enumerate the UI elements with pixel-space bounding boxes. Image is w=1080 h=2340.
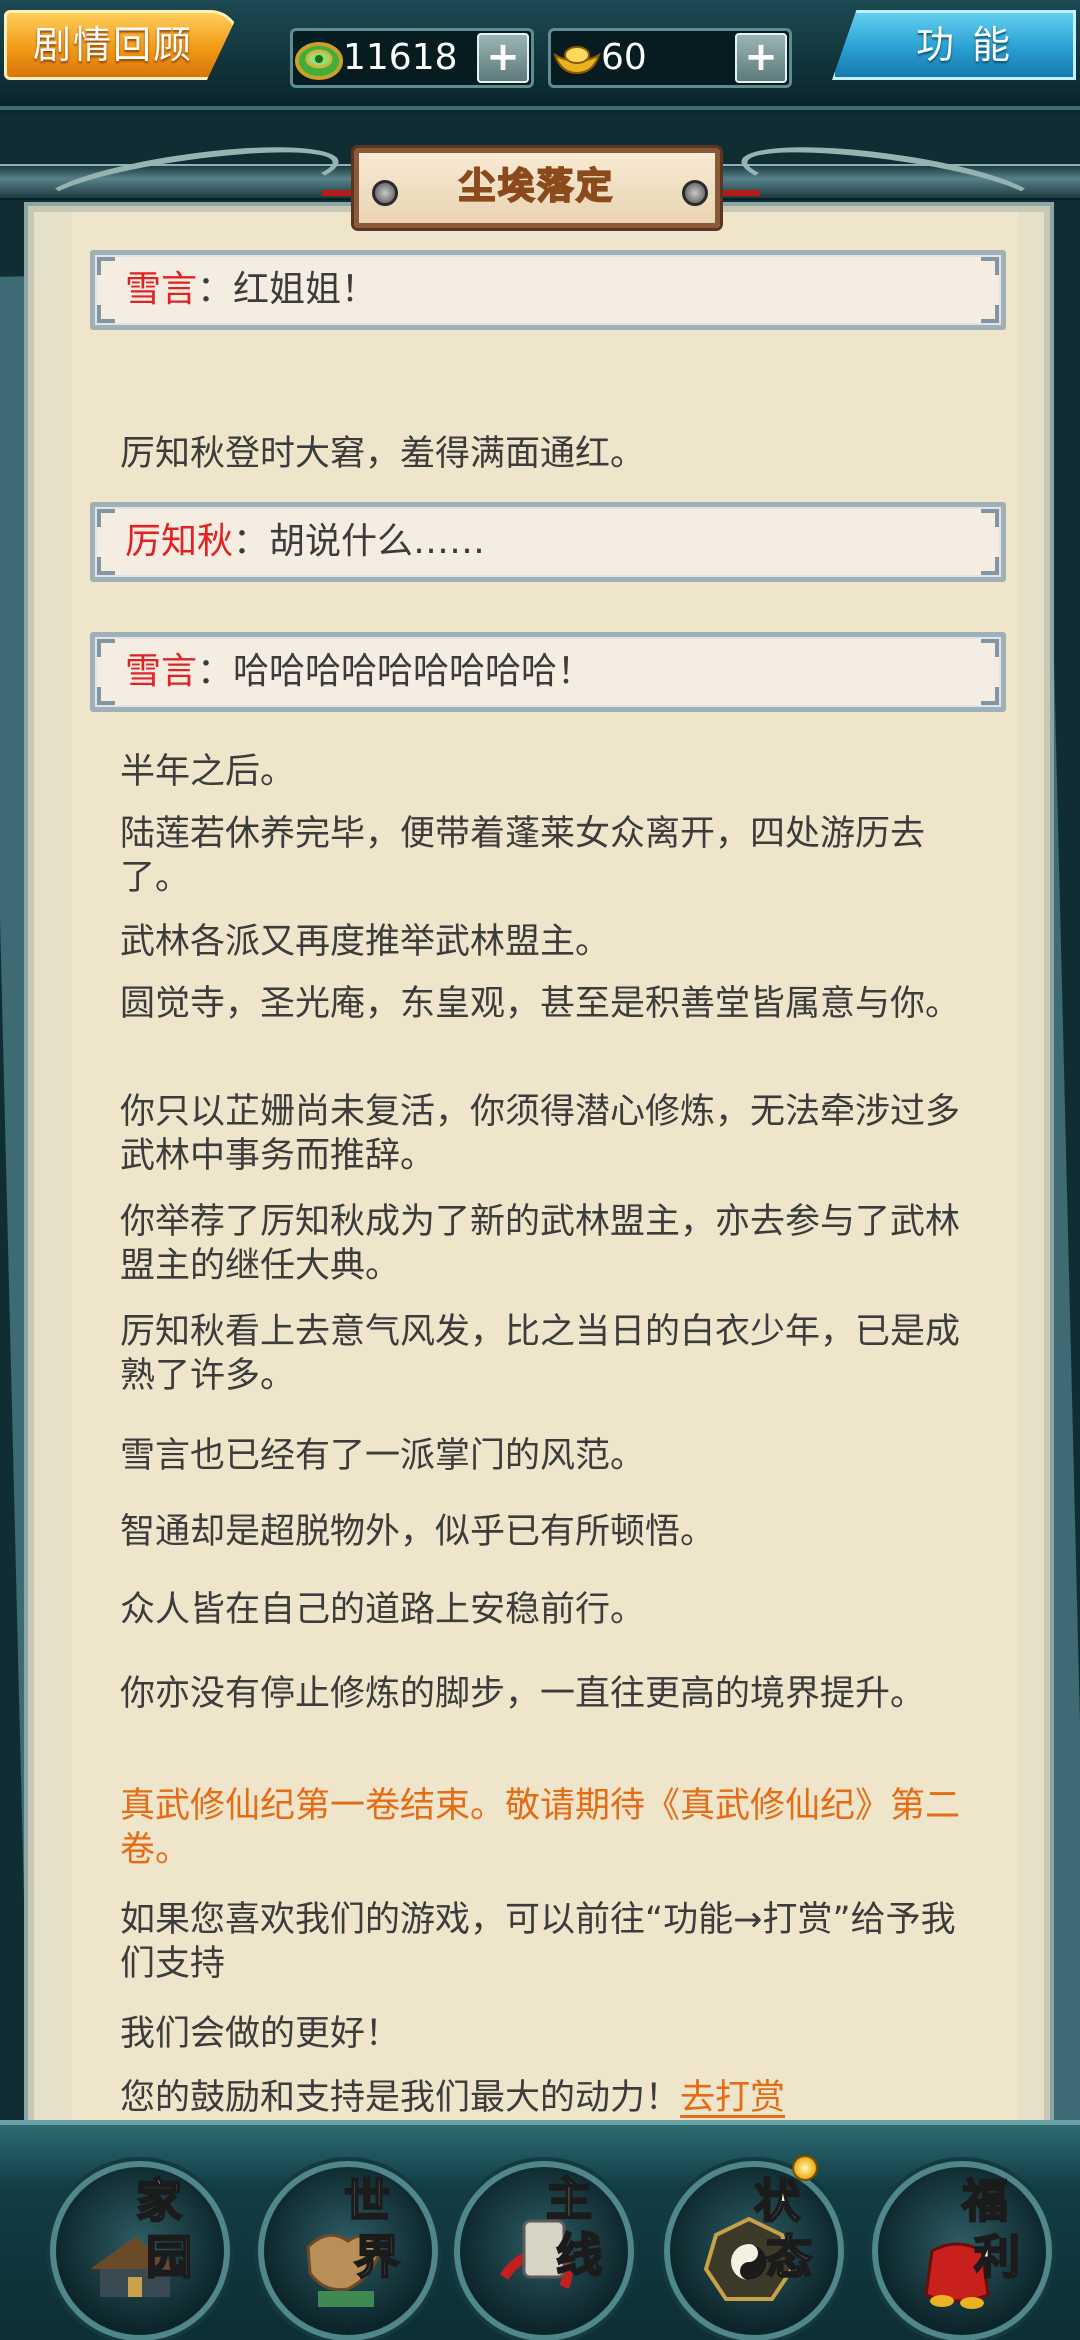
story-paper[interactable]: 雪言：红姐姐！ 厉知秋登时大窘，羞得满面通红。 厉知秋：胡说什么…… 雪言：哈哈… [28, 206, 1050, 2172]
add-gold-button[interactable]: + [735, 33, 787, 83]
nav-label-char: 态 [765, 2230, 813, 2284]
nav-label-char: 主 [545, 2172, 593, 2226]
narration-line: 圆觉寺，圣光庵，东皇观，甚至是积善堂皆属意与你。 [120, 984, 961, 1024]
narration-line: 陆莲若休养完毕，便带着蓬莱女众离开，四处游历去了。 [120, 814, 926, 898]
reward-link[interactable]: 去打赏 [680, 2078, 785, 2118]
story-text-area[interactable]: 雪言：红姐姐！ 厉知秋登时大窘，羞得满面通红。 厉知秋：胡说什么…… 雪言：哈哈… [72, 212, 1018, 2152]
nav-label-char: 界 [353, 2230, 401, 2284]
plaque-pin-icon [682, 180, 708, 206]
speaker-name: 雪言 [125, 269, 198, 310]
speaker-name: 雪言 [125, 651, 198, 692]
dialogue-box: 雪言：红姐姐！ [90, 250, 1006, 330]
plaque-pin-icon [372, 180, 398, 206]
jade-coin-icon [295, 42, 343, 80]
dialogue-text: 雪言：哈哈哈哈哈哈哈哈哈！ [125, 651, 594, 692]
nav-label-char: 家 [135, 2174, 183, 2228]
nav-label-char: 状 [753, 2174, 801, 2228]
narration-line: 你只以芷姗尚未复活，你须得潜心修炼，无法牵涉过多武林中事务而推辞。 [120, 1092, 961, 1176]
narration-line: 你举荐了厉知秋成为了新的武林盟主，亦去参与了武林盟主的继任大典。 [120, 1202, 961, 1286]
narration-line: 众人皆在自己的道路上安稳前行。 [120, 1590, 646, 1630]
bottom-nav: 家 园 世 界 主 线 状 态 福 利 [0, 2120, 1080, 2340]
support-line: 您的鼓励和支持是我们最大的动力！去打赏 [120, 2078, 786, 2118]
nav-welfare[interactable]: 福 利 [872, 2161, 1052, 2340]
nav-label-char: 线 [555, 2228, 603, 2282]
add-jade-button[interactable]: + [477, 33, 529, 83]
story-recap-button[interactable]: 剧情回顾 [4, 10, 240, 80]
status-notification-dot [792, 2155, 818, 2181]
narration-line: 雪言也已经有了一派掌门的风范。 [120, 1436, 646, 1476]
narration-line: 厉知秋登时大窘，羞得满面通红。 [120, 434, 646, 474]
nav-home[interactable]: 家 园 [50, 2161, 230, 2340]
story-scroll: 雪言：红姐姐！ 厉知秋登时大窘，羞得满面通红。 厉知秋：胡说什么…… 雪言：哈哈… [0, 114, 1080, 2227]
dialogue-text: 厉知秋：胡说什么…… [125, 521, 486, 562]
nav-label-char: 园 [145, 2230, 193, 2284]
jade-currency: 11618 + [290, 28, 534, 88]
narration-line: 你亦没有停止修炼的脚步，一直往更高的境界提升。 [120, 1674, 926, 1714]
chapter-title: 尘埃落定 [354, 148, 720, 228]
narration-line: 智通却是超脱物外，似乎已有所顿悟。 [120, 1512, 716, 1552]
nav-label-char: 世 [343, 2174, 391, 2228]
nav-label-char: 福 [961, 2174, 1009, 2228]
narration-line: 半年之后。 [120, 752, 296, 792]
dialogue-box: 雪言：哈哈哈哈哈哈哈哈哈！ [90, 632, 1006, 712]
nav-status[interactable]: 状 态 [664, 2161, 844, 2340]
gold-amount: 60 [601, 37, 647, 78]
narration-line: 厉知秋看上去意气风发，比之当日的白衣少年，已是成熟了许多。 [120, 1312, 961, 1396]
dialogue-box: 厉知秋：胡说什么…… [90, 502, 1006, 582]
dialogue-text: 雪言：红姐姐！ [125, 269, 378, 310]
nav-main-quest[interactable]: 主 线 [454, 2161, 634, 2340]
nav-world[interactable]: 世 界 [258, 2161, 438, 2340]
nav-label-char: 利 [973, 2230, 1021, 2284]
jade-amount: 11618 [343, 37, 458, 78]
narration-line: 武林各派又再度推举武林盟主。 [120, 922, 611, 962]
gold-ingot-icon [553, 46, 601, 75]
support-message: 如果您喜欢我们的游戏，可以前往“功能→打赏”给予我们支持 [120, 1900, 956, 1984]
volume-end-notice: 真武修仙纪第一卷结束。敬请期待《真武修仙纪》第二卷。 [120, 1786, 961, 1870]
top-bar: 剧情回顾 11618 + 60 + 功能 [0, 0, 1080, 110]
narration-line: 我们会做的更好！ [120, 2014, 401, 2054]
speaker-name: 厉知秋 [125, 521, 234, 562]
gold-currency: 60 + [548, 28, 792, 88]
function-menu-button[interactable]: 功能 [832, 10, 1076, 80]
